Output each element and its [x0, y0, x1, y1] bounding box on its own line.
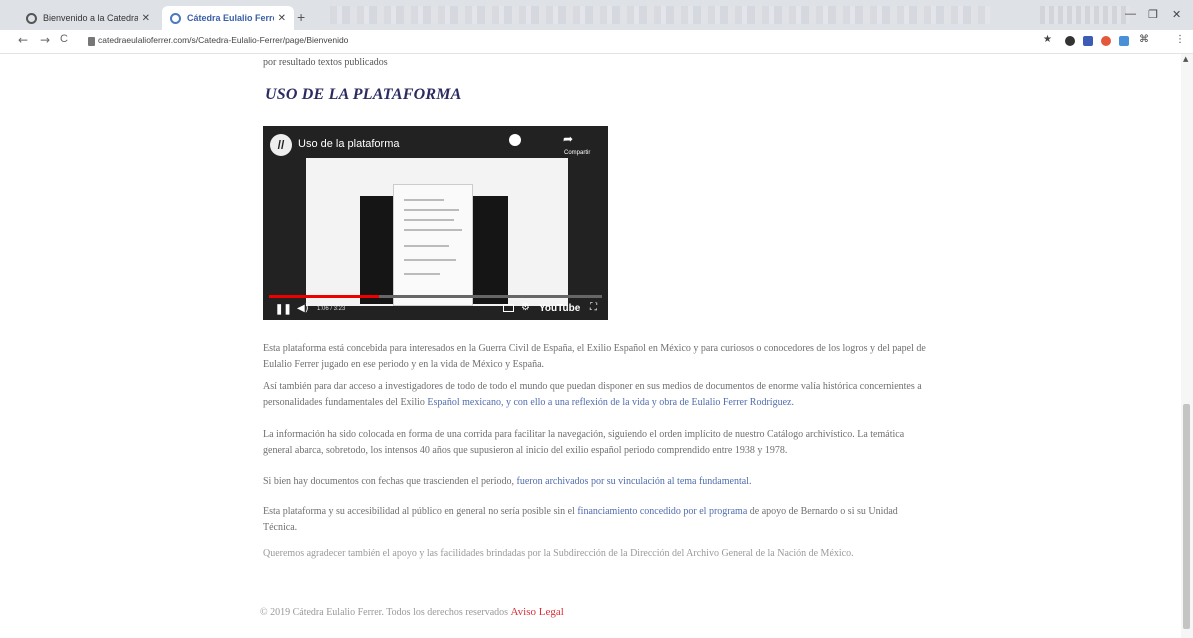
paragraph-highlight: fueron archivados por su vinculación al … — [516, 476, 752, 487]
close-tab-icon[interactable]: ✕ — [142, 13, 150, 24]
paragraph-text: Si bien hay documentos con fechas que tr… — [263, 476, 517, 487]
globe-icon — [26, 12, 37, 24]
browser-tab[interactable]: Bienvenido a la Catedra E.. ✕ — [18, 6, 158, 30]
paragraph: Esta plataforma está concebida para inte… — [263, 343, 926, 370]
copyright-text: © 2019 Cátedra Eulalio Ferrer. Todos los… — [260, 607, 511, 618]
browser-menu-button[interactable]: ⋮ — [1175, 34, 1185, 45]
extension-icon[interactable] — [1101, 36, 1111, 46]
paragraph: La información ha sido colocada en forma… — [263, 429, 905, 456]
back-button[interactable]: ← — [18, 33, 28, 47]
gear-icon[interactable]: ⚙ — [521, 302, 530, 313]
extension-icon[interactable] — [1065, 36, 1075, 46]
video-progress-bar[interactable] — [269, 295, 602, 298]
video-progress-fill — [269, 295, 379, 298]
video-time: 1:06 / 3:23 — [317, 306, 346, 312]
share-label[interactable]: Compartir — [564, 150, 590, 156]
close-window-button[interactable]: ✕ — [1172, 8, 1181, 21]
share-icon[interactable]: ➦ — [563, 132, 573, 146]
fullscreen-icon[interactable]: ⛶ — [590, 302, 597, 313]
restore-button[interactable]: ❐ — [1148, 8, 1158, 21]
address-bar[interactable]: catedraeulalioferrer.com/s/Catedra-Eulal… — [98, 35, 348, 45]
paragraph: Queremos agradecer también el apoyo y la… — [263, 548, 854, 559]
tab-strip-empty-area — [330, 6, 990, 24]
subtitles-icon[interactable] — [503, 304, 514, 312]
youtube-logo[interactable]: YouTube — [539, 303, 580, 314]
paragraph: Si bien hay documentos con fechas que tr… — [263, 474, 933, 490]
legal-notice-link[interactable]: Aviso Legal — [511, 606, 564, 618]
channel-logo-icon[interactable]: // — [270, 134, 292, 156]
tab-title: Bienvenido a la Catedra E.. — [43, 13, 138, 23]
section-title: USO DE LA PLATAFORMA — [265, 86, 462, 103]
volume-icon[interactable]: ◀) — [297, 303, 309, 314]
forward-button[interactable]: → — [40, 33, 50, 47]
extension-icon[interactable] — [1119, 36, 1129, 46]
tab-strip-empty-area — [1040, 6, 1130, 24]
bookmark-star-icon[interactable]: ★ — [1043, 34, 1052, 45]
video-document-image — [393, 184, 473, 306]
new-tab-button[interactable]: + — [297, 9, 305, 25]
lock-icon[interactable] — [88, 37, 95, 46]
paragraph-text: Esta plataforma y su accesibilidad al pú… — [263, 506, 578, 517]
extension-icon[interactable] — [1083, 36, 1093, 46]
close-tab-icon[interactable]: ✕ — [278, 13, 286, 24]
paragraph-highlight: financiamiento concedido por el programa — [577, 506, 748, 517]
extension-icon[interactable]: ⌘ — [1139, 34, 1149, 45]
pause-icon[interactable]: ❚❚ — [275, 304, 292, 315]
scrollbar-thumb[interactable] — [1183, 404, 1190, 629]
paragraph-highlight: Español mexicano, y con ello a una refle… — [427, 397, 794, 408]
watch-later-icon[interactable] — [509, 134, 521, 146]
browser-tab-active[interactable]: Cátedra Eulalio Ferrer ✕ — [162, 6, 294, 30]
video-frame-bar — [473, 196, 508, 304]
video-controls: ❚❚ ◀) 1:06 / 3:23 ⚙ YouTube ⛶ — [263, 300, 608, 320]
video-player[interactable]: // Uso de la plataforma ➦ Compartir ❚❚ ◀… — [263, 126, 608, 320]
browser-tabstrip: Bienvenido a la Catedra E.. ✕ Cátedra Eu… — [0, 0, 1193, 30]
globe-icon — [170, 12, 181, 24]
paragraph: Así también para dar acceso a investigad… — [263, 379, 933, 411]
lead-text: por resultado textos publicados — [263, 57, 388, 68]
page-footer: © 2019 Cátedra Eulalio Ferrer. Todos los… — [260, 606, 564, 618]
reload-button[interactable]: C — [60, 33, 68, 45]
minimize-button[interactable]: — — [1125, 8, 1136, 20]
video-frame-bar — [360, 196, 393, 304]
paragraph: Esta plataforma y su accesibilidad al pú… — [263, 504, 933, 536]
video-title[interactable]: Uso de la plataforma — [298, 138, 400, 150]
tab-title: Cátedra Eulalio Ferrer — [187, 13, 274, 23]
scroll-up-arrow-icon[interactable]: ▲ — [1183, 55, 1188, 63]
